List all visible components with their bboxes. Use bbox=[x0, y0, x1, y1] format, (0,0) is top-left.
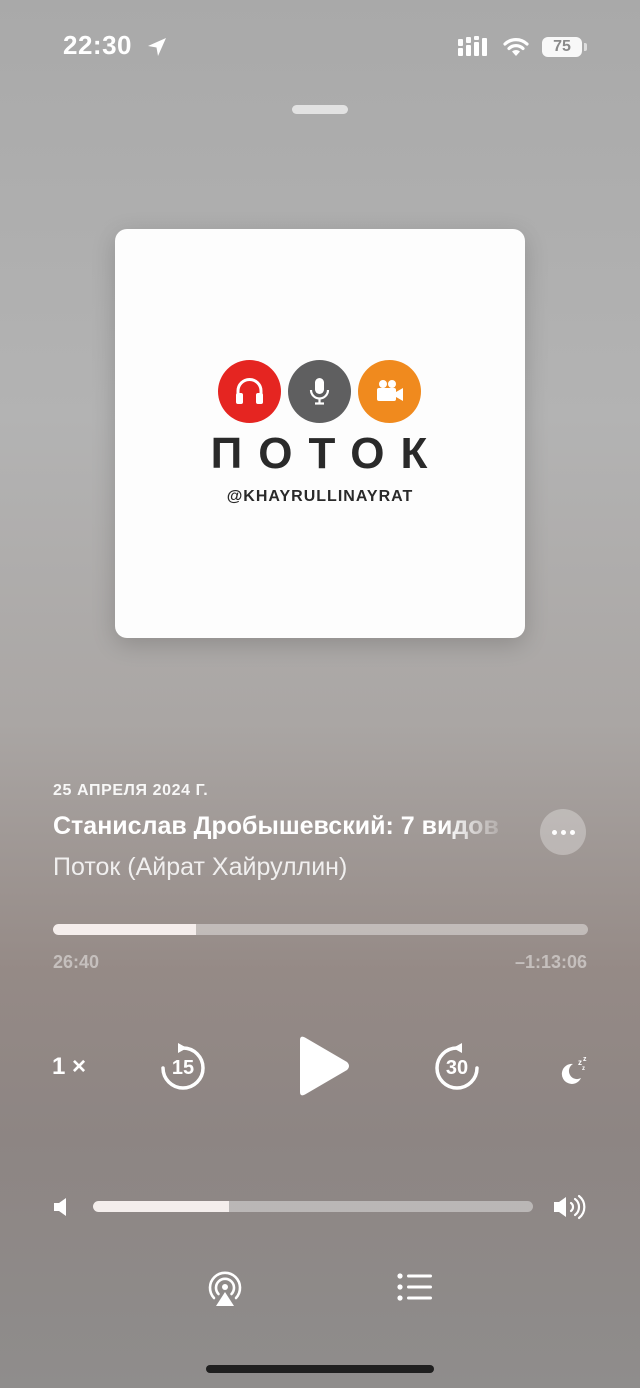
podcast-artwork: ПОТОК @KHAYRULLINAYRAT bbox=[115, 229, 525, 638]
wifi-icon bbox=[503, 38, 529, 56]
playback-speed-button[interactable]: 1 × bbox=[52, 1053, 86, 1081]
moon-zzz-icon: z z z bbox=[561, 1056, 587, 1084]
headphones-icon bbox=[218, 360, 281, 423]
home-indicator[interactable] bbox=[206, 1365, 434, 1373]
sheet-grabber[interactable] bbox=[292, 105, 348, 114]
skip-back-seconds: 15 bbox=[171, 1057, 195, 1079]
location-arrow-icon bbox=[148, 38, 166, 56]
elapsed-time: 26:40 bbox=[53, 952, 100, 972]
episode-title[interactable]: Станислав Дробышевский: 7 видов bbox=[53, 812, 513, 841]
volume-low-icon bbox=[54, 1198, 66, 1216]
skip-back-button[interactable]: 15 bbox=[156, 1041, 210, 1095]
play-icon bbox=[300, 1036, 349, 1096]
volume-slider[interactable] bbox=[93, 1201, 533, 1212]
battery-icon: 75 bbox=[542, 37, 588, 59]
video-camera-icon bbox=[358, 360, 421, 423]
skip-forward-button[interactable]: 30 bbox=[430, 1041, 484, 1095]
airplay-button[interactable] bbox=[205, 1269, 245, 1309]
skip-forward-seconds: 30 bbox=[445, 1057, 469, 1079]
remaining-time: –1:13:06 bbox=[514, 952, 587, 972]
play-button[interactable] bbox=[294, 1034, 354, 1098]
svg-text:z: z bbox=[583, 1056, 587, 1063]
airplay-audio-icon bbox=[208, 1271, 242, 1306]
ellipsis-icon bbox=[552, 830, 557, 835]
artwork-title: ПОТОК bbox=[210, 429, 444, 478]
playback-scrubber[interactable] bbox=[53, 924, 588, 935]
volume-fill bbox=[93, 1201, 230, 1212]
episode-date: 25 АПРЕЛЯ 2024 Г. bbox=[53, 782, 209, 799]
podcast-name-link[interactable]: Поток (Айрат Хайруллин) bbox=[53, 853, 347, 882]
sleep-timer-button[interactable]: z z z bbox=[556, 1052, 590, 1086]
cellular-signal-icon bbox=[458, 36, 487, 56]
playback-progress-fill bbox=[53, 924, 196, 935]
up-next-queue-button[interactable] bbox=[395, 1271, 435, 1303]
volume-high-icon bbox=[554, 1194, 586, 1220]
list-icon bbox=[397, 1273, 432, 1301]
microphone-icon bbox=[288, 360, 351, 423]
status-time: 22:30 bbox=[63, 30, 132, 60]
more-options-button[interactable] bbox=[540, 809, 586, 855]
battery-percentage: 75 bbox=[553, 38, 571, 55]
artwork-handle: @KHAYRULLINAYRAT bbox=[226, 488, 414, 505]
svg-text:z: z bbox=[582, 1066, 585, 1072]
